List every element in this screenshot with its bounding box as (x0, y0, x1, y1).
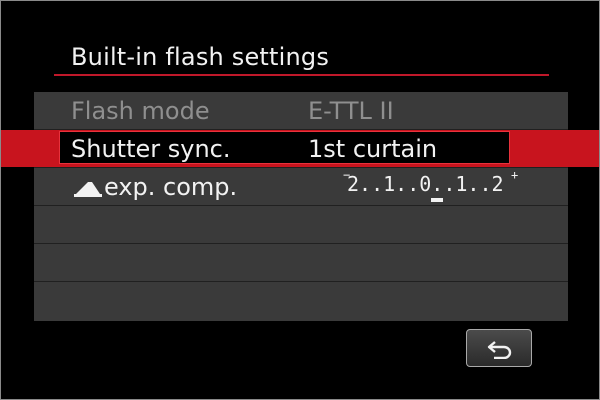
menu-item-value: E-TTL II (308, 97, 394, 125)
menu-item-label: exp. comp. (104, 173, 238, 201)
menu-item-shutter-sync[interactable]: Shutter sync. 1st curtain (1, 130, 599, 167)
page-title: Built-in flash settings (71, 43, 330, 71)
menu-item-label: Shutter sync. (71, 135, 231, 163)
menu-item-empty (34, 282, 568, 319)
menu-item-value: 1st curtain (308, 135, 438, 163)
plus-sign: + (511, 168, 519, 182)
settings-menu: Flash mode E-TTL II Shutter sync. 1st cu… (1, 92, 599, 321)
menu-item-flash-exp-comp[interactable]: exp. comp. − 2..1..0..1..2 + (34, 168, 568, 205)
menu-item-label: Flash mode (71, 97, 210, 125)
menu-item-empty (34, 206, 568, 243)
exposure-level-marker (431, 198, 443, 202)
menu-item-empty (34, 244, 568, 281)
return-icon (487, 341, 512, 359)
exposure-scale-text: 2..1..0..1..2 (347, 172, 504, 196)
exposure-compensation-scale: − 2..1..0..1..2 + (341, 168, 541, 205)
menu-item-flash-mode[interactable]: Flash mode E-TTL II (34, 92, 568, 129)
flash-icon (74, 182, 102, 197)
return-button[interactable] (466, 329, 532, 367)
title-divider (54, 74, 549, 76)
camera-menu-screen: Built-in flash settings Flash mode E-TTL… (0, 0, 600, 400)
